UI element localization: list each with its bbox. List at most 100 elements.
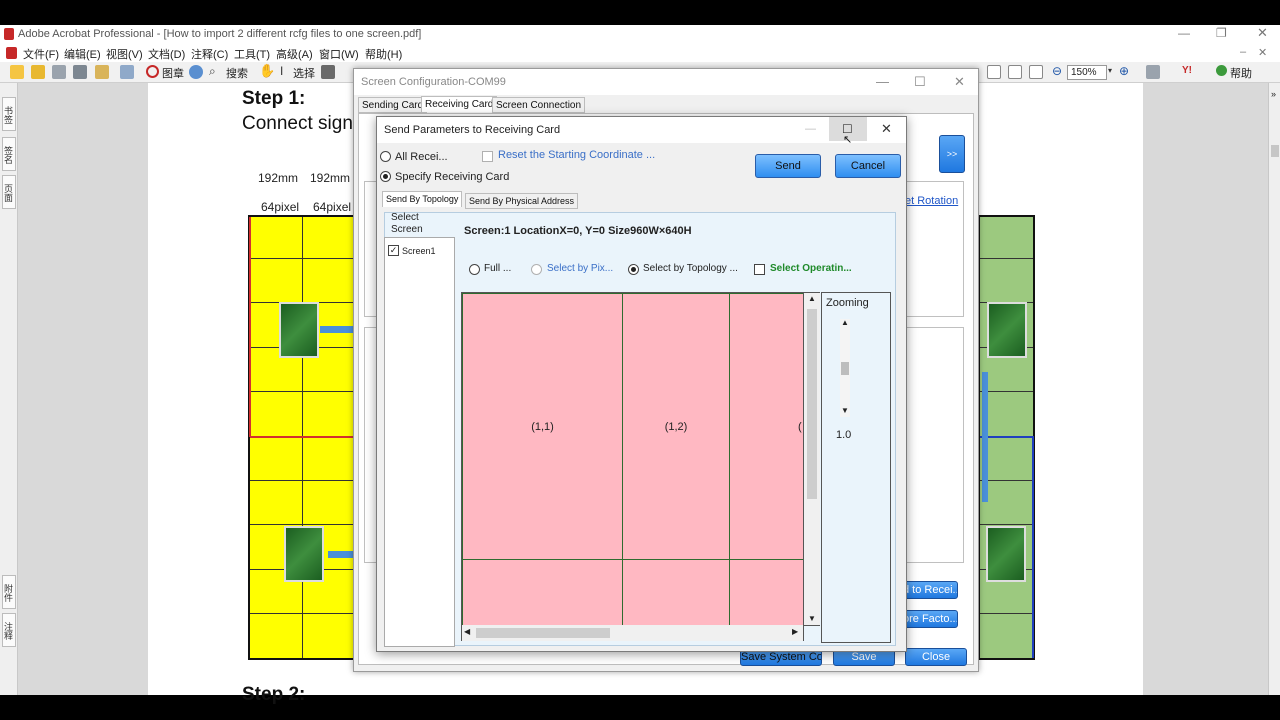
menu-file[interactable]: 文件(F) [23, 46, 59, 62]
help-circle-icon[interactable] [1216, 65, 1227, 76]
set-rotation-link[interactable]: et Rotation [905, 195, 958, 207]
vertical-scroll-thumb[interactable] [807, 309, 817, 499]
scroll-right-icon[interactable]: ▶ [792, 627, 798, 636]
dialog-minimize-icon[interactable]: — [805, 123, 816, 135]
full-radio[interactable] [469, 264, 480, 275]
doc-minimize-icon[interactable]: – [1240, 46, 1246, 58]
canvas-vertical-scrollbar[interactable]: ▲ ▼ [804, 292, 820, 626]
tab-attachments[interactable]: 附件 [2, 575, 16, 609]
fit-page-icon[interactable] [987, 65, 1001, 79]
zoom-out-icon[interactable]: ⊖ [1052, 64, 1062, 78]
full-label[interactable]: Full ... [484, 263, 511, 274]
fit-width-icon[interactable] [1008, 65, 1022, 79]
snapshot-icon[interactable] [321, 65, 335, 79]
horizontal-scroll-thumb[interactable] [476, 628, 610, 638]
document-icon [6, 47, 17, 59]
yahoo-icon[interactable]: Y! [1182, 65, 1192, 76]
restore-factory-button[interactable]: ore Facto... [902, 610, 958, 628]
close-icon[interactable]: ✕ [1257, 25, 1268, 41]
stamp-icon[interactable] [146, 65, 159, 78]
scroll-thumb[interactable] [1271, 145, 1279, 157]
zoom-slider-thumb[interactable] [841, 362, 849, 375]
select-operating-checkbox[interactable] [754, 264, 765, 275]
tab-sending-card[interactable]: Sending Card [358, 97, 428, 113]
specify-card-label[interactable]: Specify Receiving Card [395, 171, 509, 183]
receiving-card-image [986, 526, 1026, 582]
menu-advanced[interactable]: 高级(A) [276, 46, 313, 62]
expand-button[interactable]: >> [939, 135, 965, 173]
grid-line [980, 613, 1033, 614]
select-operating-label[interactable]: Select Operatin... [770, 263, 852, 274]
page-layout-icon[interactable] [1146, 65, 1160, 79]
globe-icon[interactable] [189, 65, 203, 79]
send-button[interactable]: Send [755, 154, 821, 178]
zoom-in-icon[interactable]: ⊕ [1119, 64, 1129, 78]
send-to-receiving-button[interactable]: d to Recei... [902, 581, 958, 599]
folder-icon[interactable] [31, 65, 45, 79]
binoculars-icon[interactable]: ⌕ [209, 64, 216, 79]
zoom-dropdown-icon[interactable]: ▾ [1108, 66, 1112, 75]
topology-canvas[interactable]: (1,1) (1,2) ( [461, 292, 804, 641]
doc-close-icon[interactable]: ✕ [1258, 46, 1267, 59]
reset-start-checkbox[interactable] [482, 151, 493, 162]
config-maximize-icon[interactable]: ☐ [914, 74, 926, 90]
config-minimize-icon[interactable]: — [876, 74, 889, 89]
tab-send-by-physical[interactable]: Send By Physical Address [465, 193, 579, 209]
all-receiving-radio[interactable] [380, 151, 391, 162]
menu-help[interactable]: 帮助(H) [365, 46, 402, 62]
chevron-right-icon[interactable]: » [1271, 89, 1276, 99]
menu-window[interactable]: 窗口(W) [319, 46, 359, 62]
email-icon[interactable] [95, 65, 109, 79]
cancel-button[interactable]: Cancel [835, 154, 901, 178]
zoom-up-icon[interactable]: ▲ [841, 318, 849, 327]
hand-icon[interactable]: ✋ [259, 63, 275, 79]
tab-comments[interactable]: 注释 [2, 613, 16, 647]
close-button[interactable]: Close [905, 648, 967, 666]
fit-visible-icon[interactable] [1029, 65, 1043, 79]
specify-card-radio[interactable] [380, 171, 391, 182]
tab-send-by-topology[interactable]: Send By Topology [382, 191, 463, 207]
attach-icon[interactable] [120, 65, 134, 79]
tab-signatures[interactable]: 签名 [2, 137, 16, 171]
scroll-up-icon[interactable]: ▲ [808, 294, 816, 303]
receiving-card-cell[interactable]: ( [729, 293, 803, 560]
screen1-label[interactable]: Screen1 [402, 246, 436, 256]
tab-bookmarks[interactable]: 书签 [2, 97, 16, 131]
minimize-icon[interactable]: — [1178, 26, 1190, 40]
select-by-pixel-radio[interactable] [531, 264, 542, 275]
menu-edit[interactable]: 编辑(E) [64, 46, 101, 62]
print-icon[interactable] [73, 65, 87, 79]
zoom-down-icon[interactable]: ▼ [841, 406, 849, 415]
select-by-topology-label[interactable]: Select by Topology ... [643, 263, 738, 274]
config-window-title: Screen Configuration-COM99 [361, 76, 506, 88]
receiving-card-cell[interactable]: (1,2) [622, 293, 730, 560]
open-icon[interactable] [10, 65, 24, 79]
scroll-left-icon[interactable]: ◀ [464, 627, 470, 636]
receiving-card-cell[interactable]: (1,1) [462, 293, 623, 560]
save-icon[interactable] [52, 65, 66, 79]
canvas-horizontal-scrollbar[interactable]: ◀ ▶ [461, 625, 804, 641]
menu-tools[interactable]: 工具(T) [234, 46, 270, 62]
text-cursor-icon[interactable]: I [280, 64, 283, 78]
dialog-close-icon[interactable]: ✕ [881, 121, 892, 137]
stamp-label[interactable]: 图章 [162, 65, 184, 81]
select-label[interactable]: 选择 [293, 65, 315, 81]
config-close-icon[interactable]: ✕ [954, 74, 965, 90]
menu-comments[interactable]: 注释(C) [191, 46, 228, 62]
document-scrollbar[interactable]: » [1268, 83, 1280, 695]
menu-document[interactable]: 文档(D) [148, 46, 185, 62]
scroll-down-icon[interactable]: ▼ [808, 614, 816, 623]
reset-start-label[interactable]: Reset the Starting Coordinate ... [498, 149, 655, 161]
tab-receiving-card[interactable]: Receiving Card [421, 96, 498, 112]
restore-icon[interactable]: ❐ [1216, 26, 1227, 40]
help-label[interactable]: 帮助 [1230, 65, 1252, 81]
select-by-pixel-label[interactable]: Select by Pix... [547, 263, 613, 274]
screen1-checkbox[interactable]: ✓ [388, 245, 399, 256]
tab-pages[interactable]: 页面 [2, 175, 16, 209]
menu-view[interactable]: 视图(V) [106, 46, 143, 62]
zoom-level-field[interactable]: 150% [1067, 65, 1107, 80]
all-receiving-label[interactable]: All Recei... [395, 151, 448, 163]
search-label[interactable]: 搜索 [226, 65, 248, 81]
select-by-topology-radio[interactable] [628, 264, 639, 275]
tab-screen-connection[interactable]: Screen Connection [492, 97, 586, 113]
